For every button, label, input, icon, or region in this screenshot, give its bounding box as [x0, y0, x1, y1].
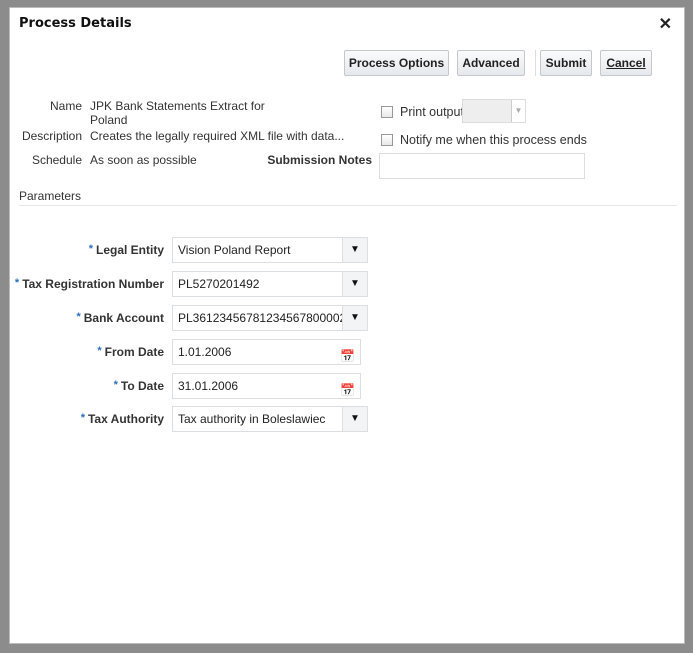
param-label-text: To Date — [120, 379, 164, 393]
name-value: JPK Bank Statements Extract for — [90, 99, 265, 113]
chevron-down-icon: ▼ — [511, 100, 525, 122]
dropdown-arrow-icon[interactable]: ▼ — [342, 407, 367, 431]
param-label-text: From Date — [104, 345, 164, 359]
param-field-tax-registration-number[interactable]: PL5270201492 ▼ — [172, 271, 368, 297]
param-label: * To Date — [114, 379, 164, 393]
process-details-dialog: Process Details ✕ Process Options Advanc… — [9, 7, 685, 644]
param-label-text: Tax Registration Number — [22, 277, 164, 291]
print-output-select[interactable]: ▼ — [462, 99, 526, 123]
param-label-text: Bank Account — [83, 311, 164, 325]
close-icon[interactable]: ✕ — [659, 14, 672, 34]
advanced-button[interactable]: Advanced — [457, 50, 525, 76]
param-value: PL5270201492 — [178, 277, 260, 291]
param-value: 1.01.2006 — [178, 345, 232, 359]
submission-notes-label: Submission Notes — [267, 153, 372, 167]
print-output-checkbox[interactable] — [381, 106, 393, 118]
param-value: Vision Poland Report — [178, 243, 291, 257]
dropdown-arrow-icon[interactable]: ▼ — [342, 272, 367, 296]
dropdown-arrow-icon[interactable]: ▼ — [342, 306, 367, 330]
notify-label: Notify me when this process ends — [400, 133, 587, 147]
required-icon: * — [97, 345, 102, 357]
calendar-icon[interactable]: 📅 — [340, 344, 355, 368]
param-field-bank-account[interactable]: PL36123456781234567800002 ▼ — [172, 305, 368, 331]
param-label-text: Tax Authority — [87, 412, 164, 426]
param-label: * Legal Entity — [89, 243, 164, 257]
description-label: Description — [21, 129, 82, 143]
param-field-legal-entity[interactable]: Vision Poland Report ▼ — [172, 237, 368, 263]
schedule-label: Schedule — [31, 153, 82, 167]
required-icon: * — [76, 311, 81, 323]
param-label-text: Legal Entity — [95, 243, 164, 257]
param-label: * From Date — [97, 345, 164, 359]
notify-checkbox[interactable] — [381, 134, 393, 146]
divider — [19, 205, 677, 206]
name-value-cont: Poland — [90, 113, 128, 127]
required-icon: * — [80, 412, 85, 424]
param-value: 31.01.2006 — [178, 379, 239, 393]
dropdown-arrow-icon[interactable]: ▼ — [342, 238, 367, 262]
calendar-icon[interactable]: 📅 — [340, 378, 355, 402]
toolbar-divider — [535, 50, 536, 76]
required-icon: * — [14, 277, 20, 289]
schedule-value: As soon as possible — [90, 153, 197, 167]
submission-notes-input[interactable] — [379, 153, 585, 179]
print-output-label: Print output — [400, 105, 464, 119]
process-options-button[interactable]: Process Options — [344, 50, 449, 76]
description-value: Creates the legally required XML file wi… — [90, 129, 345, 143]
submit-button[interactable]: Submit — [540, 50, 592, 76]
name-label: Name — [49, 99, 82, 113]
param-label: * Bank Account — [76, 311, 164, 325]
param-value: PL36123456781234567800002 — [178, 311, 347, 325]
required-icon: * — [88, 243, 93, 255]
param-field-tax-authority[interactable]: Tax authority in Boleslawiec ▼ — [172, 406, 368, 432]
param-field-to-date[interactable]: 31.01.2006 📅 — [172, 373, 361, 399]
parameters-heading: Parameters — [19, 189, 82, 203]
param-label: * Tax Authority — [81, 412, 164, 426]
dialog-title: Process Details — [19, 16, 132, 31]
cancel-button[interactable]: Cancel — [600, 50, 652, 76]
required-icon: * — [113, 379, 118, 391]
param-value: Tax authority in Boleslawiec — [178, 412, 326, 426]
param-field-from-date[interactable]: 1.01.2006 📅 — [172, 339, 361, 365]
param-label: * Tax Registration Number — [15, 277, 164, 291]
